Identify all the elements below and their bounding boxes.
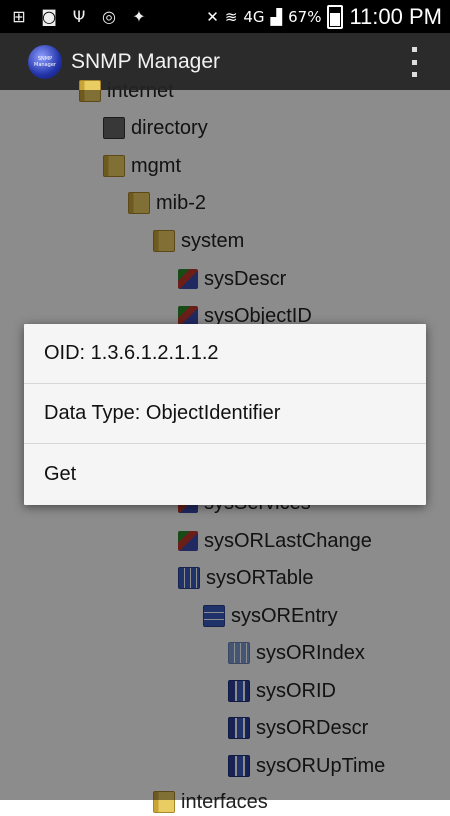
overflow-menu-icon[interactable]: [412, 47, 420, 77]
action-bar: SNMP Manager SNMP Manager: [0, 33, 450, 90]
mute-icon: ✕: [206, 8, 219, 26]
usb-icon: Ψ: [72, 6, 86, 26]
oid-context-dialog: OID: 1.3.6.1.2.1.1.2 Data Type: ObjectId…: [24, 324, 426, 505]
add-notification-icon: ⊞: [12, 6, 26, 26]
battery-icon: [327, 5, 344, 29]
network-type: 4G: [243, 8, 265, 26]
app-logo-text: SNMP Manager: [34, 56, 56, 68]
chrome-icon: ◎: [102, 6, 116, 26]
battery-percent: 67%: [288, 8, 322, 26]
get-button[interactable]: Get: [24, 444, 426, 505]
voicemail-icon: ◙: [41, 6, 57, 26]
app-logo[interactable]: SNMP Manager: [28, 45, 62, 79]
data-type-item[interactable]: Data Type: ObjectIdentifier: [24, 384, 426, 444]
wifi-icon: ≋: [224, 8, 238, 26]
clock: 11:00 PM: [349, 4, 442, 29]
signal-icon: ▟: [270, 8, 283, 26]
status-bar: ⊞ ◙ Ψ ◎ ✦ ✕ ≋ 4G ▟ 67% 11:00 PM: [0, 0, 450, 33]
oid-item[interactable]: OID: 1.3.6.1.2.1.1.2: [24, 324, 426, 384]
app-title: SNMP Manager: [71, 50, 221, 73]
running-man-icon: ✦: [132, 6, 146, 26]
